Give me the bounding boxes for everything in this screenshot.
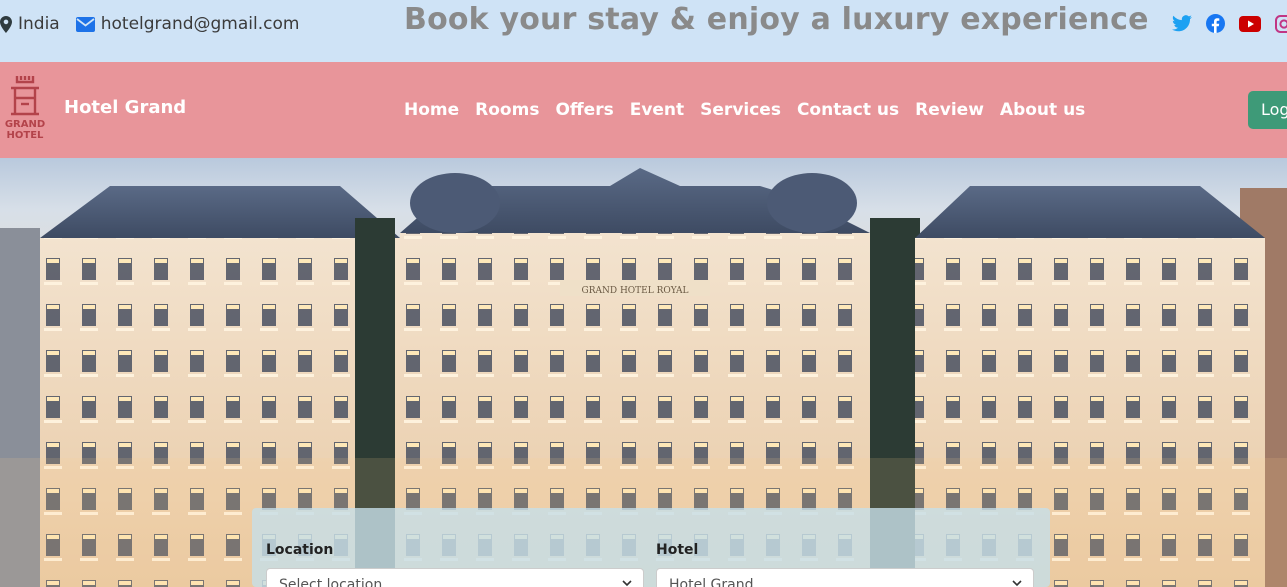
chevron-down-icon xyxy=(622,580,632,587)
location-label: Location xyxy=(266,542,334,558)
nav-contact-us[interactable]: Contact us xyxy=(797,100,899,120)
hotel-logo[interactable]: GRAND HOTEL xyxy=(2,74,48,146)
email-item[interactable]: hotelgrand@gmail.com xyxy=(75,14,300,34)
instagram-icon[interactable] xyxy=(1275,14,1287,33)
login-button[interactable]: Log xyxy=(1248,91,1287,129)
top-bar: India hotelgrand@gmail.com Book your sta… xyxy=(0,0,1287,62)
location-select[interactable]: Select location xyxy=(266,568,644,587)
nav-review[interactable]: Review xyxy=(915,100,984,120)
hotel-sign-text: GRAND HOTEL ROYAL xyxy=(582,286,689,296)
main-navbar: GRAND HOTEL Hotel Grand Home Rooms Offer… xyxy=(0,62,1287,158)
location-item: India xyxy=(0,14,60,34)
hotel-select-value: Hotel Grand xyxy=(669,577,754,587)
location-select-value: Select location xyxy=(279,577,383,587)
nav-about-us[interactable]: About us xyxy=(1000,100,1085,120)
nav-services[interactable]: Services xyxy=(700,100,781,120)
contact-info: India hotelgrand@gmail.com xyxy=(0,14,315,34)
page-headline: Book your stay & enjoy a luxury experien… xyxy=(404,2,1149,37)
booking-panel: Location Select location Hotel Hotel Gra… xyxy=(252,508,1050,587)
location-text: India xyxy=(18,14,60,34)
hotel-select[interactable]: Hotel Grand xyxy=(656,568,1034,587)
hotel-label: Hotel xyxy=(656,542,699,558)
logo-line-1: GRAND xyxy=(4,119,46,130)
nav-menu: Home Rooms Offers Event Services Contact… xyxy=(404,100,1101,120)
map-marker-icon xyxy=(0,15,12,33)
logo-text: GRAND HOTEL xyxy=(5,119,45,141)
nav-offers[interactable]: Offers xyxy=(555,100,613,120)
logo-line-2: HOTEL xyxy=(6,130,44,141)
twitter-icon[interactable] xyxy=(1172,15,1192,32)
castle-icon xyxy=(11,76,39,116)
chevron-down-icon xyxy=(1012,580,1022,587)
nav-event[interactable]: Event xyxy=(630,100,684,120)
social-links xyxy=(1158,14,1287,33)
nav-home[interactable]: Home xyxy=(404,100,459,120)
brand-name[interactable]: Hotel Grand xyxy=(64,97,186,118)
facebook-icon[interactable] xyxy=(1206,14,1225,33)
envelope-icon xyxy=(75,16,95,32)
youtube-icon[interactable] xyxy=(1239,15,1261,32)
email-text[interactable]: hotelgrand@gmail.com xyxy=(101,14,300,34)
nav-rooms[interactable]: Rooms xyxy=(475,100,539,120)
